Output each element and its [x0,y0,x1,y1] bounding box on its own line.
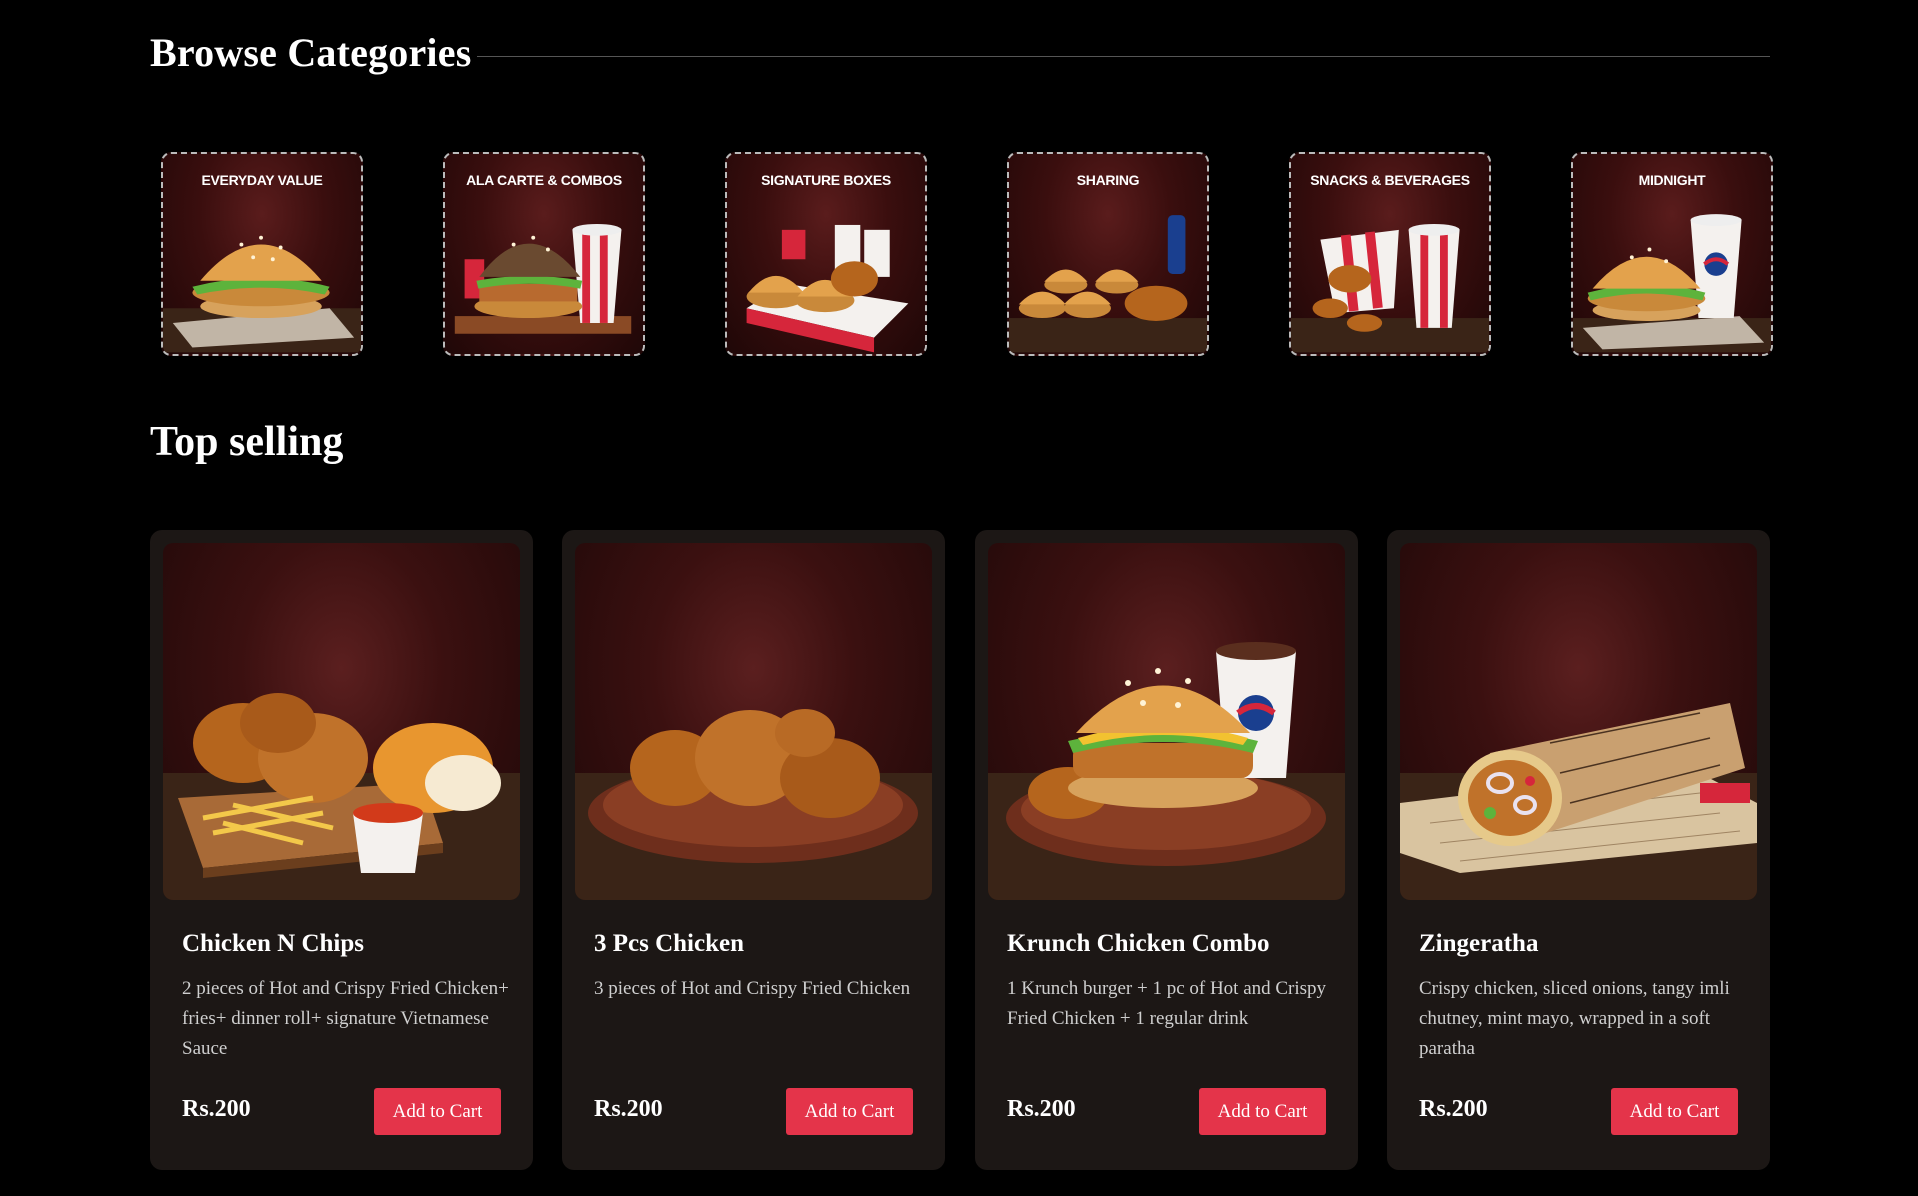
product-name: 3 Pcs Chicken [594,930,744,957]
box-meal-icon [746,224,909,353]
burger-drink-icon [454,223,632,334]
fried-chicken-plate-image [575,709,932,900]
menu-page: Browse Categories EVERYDAY VALUE ALA CAR… [0,0,1918,1196]
wrap-paratha-image [1400,703,1757,900]
category-card-ala-carte-combos[interactable]: ALA CARTE & COMBOS [443,152,645,356]
product-price: Rs.200 [1419,1096,1488,1122]
product-name: Zingeratha [1419,930,1539,957]
product-card: Krunch Chicken Combo 1 Krunch burger + 1… [975,530,1358,1170]
category-card-sharing[interactable]: SHARING [1007,152,1209,356]
category-label: MIDNIGHT [1638,172,1706,188]
add-to-cart-button[interactable]: Add to Cart [374,1088,501,1135]
burger-drink-icon [1573,214,1771,353]
add-to-cart-button[interactable]: Add to Cart [1611,1088,1738,1135]
burger-combo-plate-image [988,642,1345,900]
category-label: SHARING [1076,172,1140,188]
category-card-snacks-beverages[interactable]: SNACKS & BEVERAGES [1289,152,1491,356]
product-name: Krunch Chicken Combo [1007,930,1270,957]
product-description: 3 pieces of Hot and Crispy Fried Chicken [594,978,911,999]
category-list: EVERYDAY VALUE ALA CARTE & COMBOS SIGNAT… [161,152,1773,358]
product-list: Chicken N Chips 2 pieces of Hot and Cris… [150,530,1770,1170]
title-divider [477,55,1770,57]
category-card-signature-boxes[interactable]: SIGNATURE BOXES [725,152,927,356]
product-name: Chicken N Chips [182,930,364,957]
product-price: Rs.200 [182,1096,251,1122]
browse-categories-title: Browse Categories [150,29,472,75]
add-to-cart-button[interactable]: Add to Cart [1199,1088,1326,1135]
category-label: SNACKS & BEVERAGES [1310,172,1470,188]
product-image[interactable] [988,543,1345,900]
product-price: Rs.200 [1007,1096,1076,1122]
chicken-chips-platter-image [163,693,520,900]
product-card: Chicken N Chips 2 pieces of Hot and Cris… [150,530,533,1170]
product-image[interactable] [575,543,932,900]
product-image[interactable] [163,543,520,900]
product-description: 2 pieces of Hot and Crispy Fried Chicken… [182,978,509,1059]
browse-categories-header: Browse Categories [150,22,1770,82]
category-label: EVERYDAY VALUE [201,172,323,188]
product-card: Zingeratha Crispy chicken, sliced onions… [1387,530,1770,1170]
product-description: 1 Krunch burger + 1 pc of Hot and Crispy… [1007,978,1327,1029]
category-card-midnight[interactable]: MIDNIGHT [1571,152,1773,356]
product-description: Crispy chicken, sliced onions, tangy iml… [1419,978,1730,1059]
sharing-platter-icon [1009,215,1207,353]
bucket-drink-icon [1291,223,1489,353]
category-label: ALA CARTE & COMBOS [466,172,622,188]
product-image[interactable] [1400,543,1757,900]
category-card-everyday-value[interactable]: EVERYDAY VALUE [161,152,363,356]
burger-icon [163,235,361,353]
category-label: SIGNATURE BOXES [761,172,891,188]
product-price: Rs.200 [594,1096,663,1122]
add-to-cart-button[interactable]: Add to Cart [786,1088,913,1135]
product-card: 3 Pcs Chicken 3 pieces of Hot and Crispy… [562,530,945,1170]
top-selling-title: Top selling [150,419,344,465]
